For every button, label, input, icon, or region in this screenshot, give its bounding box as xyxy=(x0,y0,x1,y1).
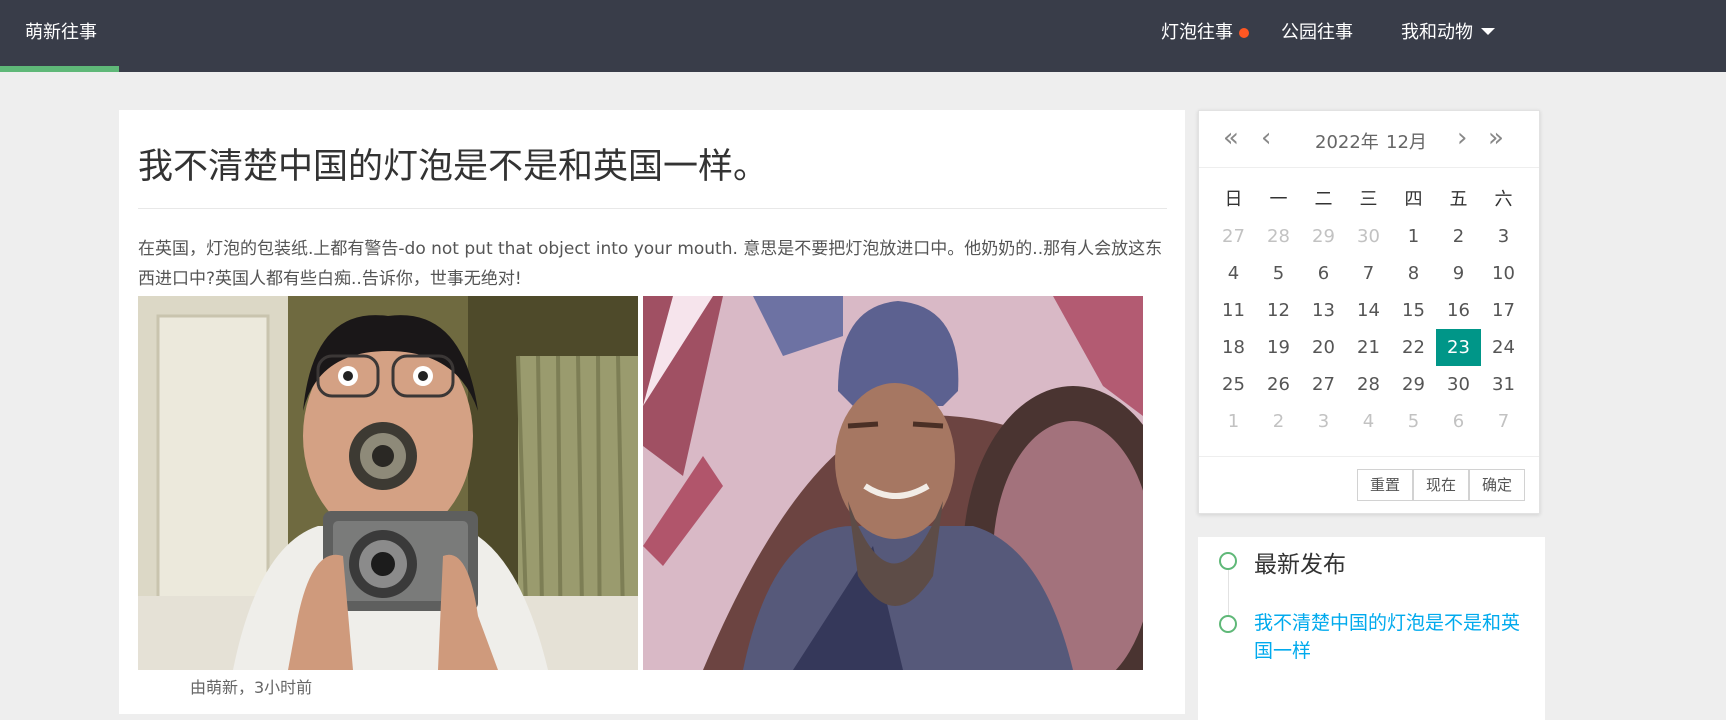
next-month-icon[interactable]: › xyxy=(1457,123,1467,153)
calendar-month[interactable]: 12月 xyxy=(1386,128,1427,154)
calendar-day[interactable]: 2 xyxy=(1256,403,1301,440)
calendar-day[interactable]: 14 xyxy=(1346,292,1391,329)
site-brand[interactable]: 萌新往事 xyxy=(25,0,97,72)
next-year-icon[interactable]: » xyxy=(1488,123,1504,153)
calendar-day[interactable]: 26 xyxy=(1256,366,1301,403)
calendar-footer: 重置 现在 确定 xyxy=(1199,456,1539,513)
calendar-day[interactable]: 18 xyxy=(1211,329,1256,366)
calendar-day[interactable]: 15 xyxy=(1391,292,1436,329)
calendar-day[interactable]: 27 xyxy=(1301,366,1346,403)
calendar-day[interactable]: 31 xyxy=(1481,366,1526,403)
timeline-circle-icon xyxy=(1219,552,1237,570)
calendar-day[interactable]: 5 xyxy=(1256,255,1301,292)
calendar-day[interactable]: 5 xyxy=(1391,403,1436,440)
latest-posts-heading: 最新发布 xyxy=(1254,552,1346,578)
calendar-day[interactable]: 3 xyxy=(1481,218,1526,255)
calendar-week-row: 1 2 3 4 5 6 7 xyxy=(1211,403,1527,440)
weekday-label: 四 xyxy=(1404,189,1423,210)
calendar-week-row: 18 19 20 21 22 23 24 xyxy=(1211,329,1527,366)
calendar-day[interactable]: 1 xyxy=(1391,218,1436,255)
calendar-day[interactable]: 3 xyxy=(1301,403,1346,440)
calendar-grid: 日 一 二 三 四 五 六 27 28 29 30 1 2 3 4 5 6 7 … xyxy=(1211,181,1527,440)
title-divider xyxy=(138,208,1167,209)
latest-posts-panel: 最新发布 我不清楚中国的灯泡是不是和英国一样 xyxy=(1198,537,1545,720)
calendar-day[interactable]: 16 xyxy=(1436,292,1481,329)
calendar-day[interactable]: 30 xyxy=(1436,366,1481,403)
calendar-day[interactable]: 13 xyxy=(1301,292,1346,329)
calendar-day[interactable]: 19 xyxy=(1256,329,1301,366)
calendar-day[interactable]: 25 xyxy=(1211,366,1256,403)
article-title: 我不清楚中国的灯泡是不是和英国一样。 xyxy=(138,147,769,187)
calendar-day[interactable]: 10 xyxy=(1481,255,1526,292)
calendar-week-row: 11 12 13 14 15 16 17 xyxy=(1211,292,1527,329)
calendar-day[interactable]: 4 xyxy=(1211,255,1256,292)
calendar-day-selected[interactable]: 23 xyxy=(1436,329,1481,366)
calendar-day[interactable]: 2 xyxy=(1436,218,1481,255)
calendar-reset-button[interactable]: 重置 xyxy=(1357,469,1414,501)
calendar-day[interactable]: 27 xyxy=(1211,218,1256,255)
calendar-day[interactable]: 29 xyxy=(1391,366,1436,403)
calendar-day[interactable]: 4 xyxy=(1346,403,1391,440)
calendar-day[interactable]: 28 xyxy=(1346,366,1391,403)
nav-item-label: 我和动物 xyxy=(1401,22,1473,43)
weekday-label: 六 xyxy=(1494,189,1513,210)
nav-item-me-and-animals[interactable]: 我和动物 xyxy=(1401,0,1495,66)
calendar-now-button[interactable]: 现在 xyxy=(1413,469,1470,501)
timeline-circle-icon xyxy=(1219,615,1237,633)
calendar-day[interactable]: 28 xyxy=(1256,218,1301,255)
article-card: 我不清楚中国的灯泡是不是和英国一样。 在英国，灯泡的包装纸.上都有警告-do n… xyxy=(119,110,1185,714)
caret-down-icon xyxy=(1481,27,1495,35)
article-body: 在英国，灯泡的包装纸.上都有警告-do not put that object … xyxy=(138,239,1163,289)
calendar-day[interactable]: 9 xyxy=(1436,255,1481,292)
calendar-day[interactable]: 22 xyxy=(1391,329,1436,366)
calendar-header: « ‹ 2022年 12月 › » xyxy=(1199,111,1539,168)
calendar-day[interactable]: 7 xyxy=(1481,403,1526,440)
article-image-smiling-man xyxy=(643,296,1143,670)
calendar-day[interactable]: 20 xyxy=(1301,329,1346,366)
brand-active-indicator xyxy=(0,66,119,72)
calendar-week-row: 27 28 29 30 1 2 3 xyxy=(1211,218,1527,255)
weekday-label: 一 xyxy=(1269,189,1288,210)
top-navbar: 萌新往事 灯泡往事 公园往事 我和动物 xyxy=(0,0,1726,72)
calendar-day[interactable]: 8 xyxy=(1391,255,1436,292)
weekday-label: 五 xyxy=(1449,189,1468,210)
calendar-day[interactable]: 24 xyxy=(1481,329,1526,366)
timeline-line xyxy=(1228,561,1229,623)
calendar-confirm-button[interactable]: 确定 xyxy=(1469,469,1526,501)
calendar-day[interactable]: 21 xyxy=(1346,329,1391,366)
calendar-week-row: 4 5 6 7 8 9 10 xyxy=(1211,255,1527,292)
article-meta: 由萌新，3小时前 xyxy=(190,678,313,697)
nav-item-park-stories[interactable]: 公园往事 xyxy=(1281,0,1353,66)
calendar-year[interactable]: 2022年 xyxy=(1315,128,1379,154)
weekday-label: 三 xyxy=(1359,189,1378,210)
calendar-week-row: 25 26 27 28 29 30 31 xyxy=(1211,366,1527,403)
weekday-label: 日 xyxy=(1224,189,1243,210)
calendar-day[interactable]: 1 xyxy=(1211,403,1256,440)
latest-post-link[interactable]: 我不清楚中国的灯泡是不是和英国一样 xyxy=(1254,609,1524,665)
weekday-row: 日 一 二 三 四 五 六 xyxy=(1211,181,1527,218)
calendar-day[interactable]: 11 xyxy=(1211,292,1256,329)
article-image-man-with-bulb xyxy=(138,296,638,670)
weekday-label: 二 xyxy=(1314,189,1333,210)
calendar-day[interactable]: 29 xyxy=(1301,218,1346,255)
calendar-day[interactable]: 30 xyxy=(1346,218,1391,255)
new-dot-badge xyxy=(1239,28,1249,38)
calendar-day[interactable]: 6 xyxy=(1301,255,1346,292)
calendar-day[interactable]: 17 xyxy=(1481,292,1526,329)
calendar-day[interactable]: 12 xyxy=(1256,292,1301,329)
date-picker-calendar: « ‹ 2022年 12月 › » 日 一 二 三 四 五 六 27 28 29… xyxy=(1198,110,1540,514)
calendar-day[interactable]: 6 xyxy=(1436,403,1481,440)
prev-year-icon[interactable]: « xyxy=(1223,123,1239,153)
calendar-day[interactable]: 7 xyxy=(1346,255,1391,292)
nav-item-bulb-stories[interactable]: 灯泡往事 xyxy=(1161,0,1233,66)
prev-month-icon[interactable]: ‹ xyxy=(1261,123,1271,153)
